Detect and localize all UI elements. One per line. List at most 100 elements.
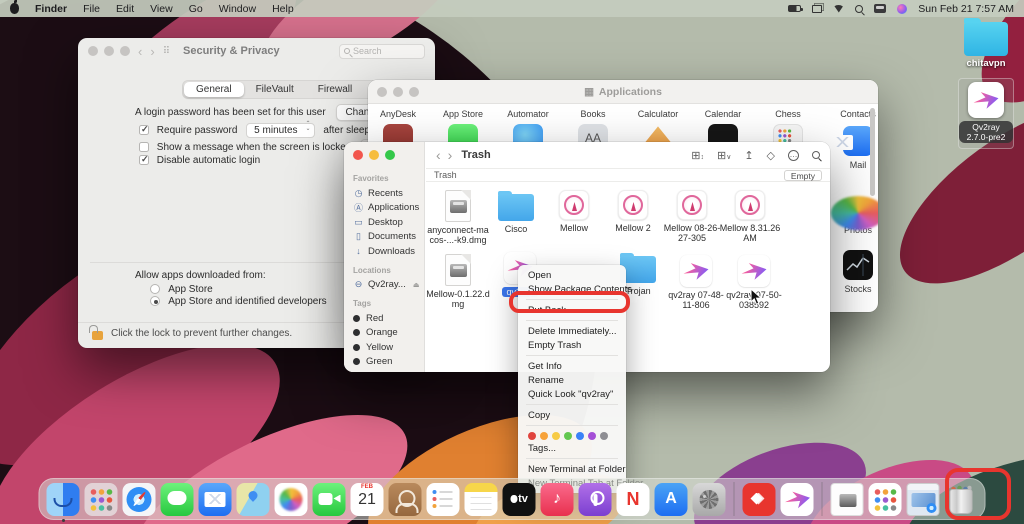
dock-reminders[interactable] [427, 483, 460, 516]
menu-item-quick-look[interactable]: Quick Look "qv2ray" [518, 387, 626, 401]
tag-color-orange[interactable] [540, 432, 548, 440]
sidebar-tag-red[interactable]: Red [353, 311, 424, 326]
menu-item-get-info[interactable]: Get Info [518, 359, 626, 373]
dock-app-store[interactable]: A [655, 483, 688, 516]
tag-color-purple[interactable] [588, 432, 596, 440]
close-button[interactable] [88, 46, 98, 56]
trash-item[interactable]: Mellow 8.31.26 AM [718, 190, 782, 244]
desktop-icon-qv2ray[interactable]: Qv2ray 2.7.0-pre2 [958, 78, 1014, 149]
tag-color-green[interactable] [564, 432, 572, 440]
dock-qv2ray[interactable] [781, 483, 814, 516]
dock-photos[interactable] [275, 483, 308, 516]
dock-disk-image[interactable] [831, 483, 864, 516]
dock-anydesk[interactable] [743, 483, 776, 516]
menu-help[interactable]: Help [272, 3, 294, 15]
more-actions-icon[interactable]: … [788, 150, 799, 161]
dock-maps[interactable] [237, 483, 270, 516]
dock-mail[interactable] [199, 483, 232, 516]
app-item-photos[interactable]: Photos [826, 191, 878, 235]
menu-file[interactable]: File [83, 3, 100, 15]
minimize-button[interactable] [104, 46, 114, 56]
tab-filevault[interactable]: FileVault [244, 82, 306, 97]
menu-view[interactable]: View [150, 3, 173, 15]
apple-menu-icon[interactable] [10, 3, 19, 14]
share-icon[interactable]: ↥ [744, 149, 753, 162]
sidebar-item-desktop[interactable]: ▭Desktop [353, 215, 424, 230]
menu-item-tags[interactable]: Tags... [518, 441, 626, 455]
back-icon[interactable]: ‹ [138, 44, 142, 59]
app-store-radio[interactable] [150, 284, 160, 294]
window-controls[interactable] [88, 46, 130, 56]
sidebar-tag-green[interactable]: Green [353, 355, 424, 370]
menu-item-rename[interactable]: Rename [518, 373, 626, 387]
sidebar-item-documents[interactable]: ▯Documents [353, 230, 424, 245]
sidebar-item-recents[interactable]: ◷Recents [353, 186, 424, 201]
forward-icon[interactable]: › [448, 147, 453, 163]
menu-item-delete-immediately[interactable]: Delete Immediately... [518, 324, 626, 338]
menu-go[interactable]: Go [189, 3, 203, 15]
screen-mirroring-icon[interactable] [812, 5, 822, 13]
search-icon[interactable] [812, 151, 820, 159]
menu-window[interactable]: Window [219, 3, 256, 15]
menu-bar-clock[interactable]: Sun Feb 21 7:57 AM [918, 3, 1014, 15]
dock-facetime[interactable] [313, 483, 346, 516]
dock-system-preferences[interactable] [693, 483, 726, 516]
back-icon[interactable]: ‹ [436, 147, 441, 163]
siri-icon[interactable] [897, 4, 907, 14]
zoom-button[interactable] [120, 46, 130, 56]
sidebar-tag-orange[interactable]: Orange [353, 326, 424, 341]
dock-notes[interactable] [465, 483, 498, 516]
minimize-button[interactable] [369, 150, 379, 160]
dock-launchpad[interactable] [85, 483, 118, 516]
menu-edit[interactable]: Edit [116, 3, 134, 15]
show-all-grid-icon[interactable]: ⠿ [163, 46, 171, 57]
input-source-icon[interactable] [874, 4, 886, 13]
sidebar-item-downloads[interactable]: ↓Downloads [353, 244, 424, 259]
tab-general[interactable]: General [184, 82, 244, 97]
app-item-stocks[interactable]: Stocks [826, 250, 878, 294]
zoom-button[interactable] [385, 150, 395, 160]
empty-trash-button[interactable]: Empty [784, 170, 822, 181]
menu-item-new-terminal[interactable]: New Terminal at Folder [518, 462, 626, 476]
dock-contacts[interactable] [389, 483, 422, 516]
menu-item-empty-trash[interactable]: Empty Trash [518, 338, 626, 352]
dock-music[interactable]: ♪ [541, 483, 574, 516]
scrollbar[interactable] [870, 108, 875, 196]
sidebar-item-qv2ray-volume[interactable]: ⊖Qv2ray...⏏ [353, 278, 424, 293]
dock-calendar[interactable]: FEB 21 [351, 483, 384, 516]
tag-color-yellow[interactable] [552, 432, 560, 440]
desktop-icon-chitavpn[interactable]: chitavpn [958, 22, 1014, 69]
dock-minimized-window[interactable] [907, 483, 940, 516]
search-field[interactable]: Search [339, 44, 425, 59]
forward-icon[interactable]: › [150, 44, 154, 59]
dock-safari[interactable] [123, 483, 156, 516]
trash-item[interactable]: Cisco [484, 190, 548, 234]
disable-auto-login-checkbox[interactable] [139, 155, 149, 165]
trash-item[interactable]: qv2ray 07-48-11-806 [664, 255, 728, 311]
tab-firewall[interactable]: Firewall [306, 82, 364, 97]
icon-view-icon[interactable]: ⊞↕ [691, 149, 704, 162]
trash-item[interactable]: Mellow 08-26-27-305 [660, 190, 724, 244]
tag-color-gray[interactable] [600, 432, 608, 440]
group-by-icon[interactable]: ⊞∨ [717, 149, 731, 162]
trash-item[interactable]: Mellow [542, 190, 606, 233]
show-message-checkbox[interactable] [139, 142, 149, 152]
menu-item-open[interactable]: Open [518, 268, 626, 282]
dock-tv[interactable]: tv [503, 483, 536, 516]
sidebar-item-applications[interactable]: ⒶApplications [353, 201, 424, 216]
dock-podcasts[interactable] [579, 483, 612, 516]
trash-item[interactable]: Mellow-0.1.22.dmg [426, 254, 490, 310]
battery-icon[interactable] [788, 5, 801, 12]
tag-color-blue[interactable] [576, 432, 584, 440]
sidebar-tag-blue[interactable]: Blue [353, 369, 424, 372]
window-controls[interactable] [353, 150, 424, 160]
wifi-icon[interactable] [833, 5, 844, 13]
close-button[interactable] [353, 150, 363, 160]
tags-icon[interactable]: ◇ [767, 149, 775, 162]
identified-developers-radio[interactable] [150, 296, 160, 306]
menu-item-copy[interactable]: Copy [518, 408, 626, 422]
dock-news[interactable]: N [617, 483, 650, 516]
dock-messages[interactable] [161, 483, 194, 516]
require-password-checkbox[interactable] [139, 125, 149, 135]
spotlight-icon[interactable] [855, 5, 863, 13]
